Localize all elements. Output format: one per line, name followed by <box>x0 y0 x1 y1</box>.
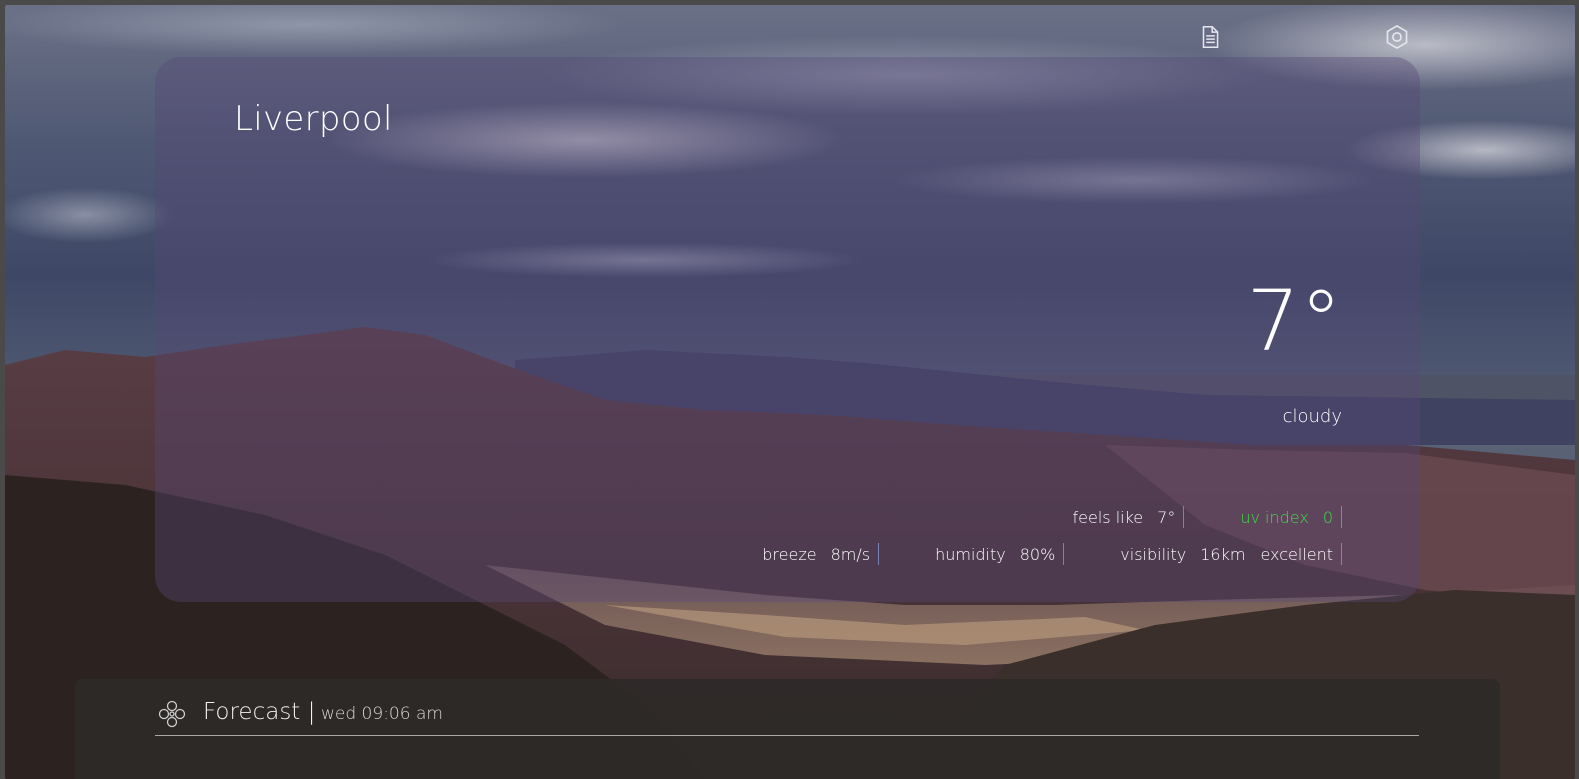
visibility-stat: visibility 16km excellent <box>1120 543 1342 565</box>
forecast-cluster-icon[interactable] <box>157 699 187 729</box>
uv-index-value: 0 <box>1322 507 1333 527</box>
stats-row-bottom: breeze 8m/s humidity 80% visibility 16km… <box>762 543 1342 565</box>
humidity-stat: humidity 80% <box>935 543 1065 565</box>
app-window: Liverpool 7° cloudy feels like 7° uv ind… <box>5 5 1575 779</box>
weather-condition: cloudy <box>1282 406 1342 427</box>
feels-like-value: 7° <box>1157 507 1176 527</box>
forecast-panel: Forecast | wed 09:06 am <box>75 679 1500 779</box>
visibility-value: 16km <box>1200 544 1246 564</box>
forecast-timestamp: wed 09:06 am <box>321 704 443 724</box>
stats-row-top: feels like 7° uv index 0 <box>1073 506 1342 528</box>
current-temperature: 7° <box>1246 272 1342 370</box>
uv-index-label: uv index <box>1240 507 1309 527</box>
uv-index-stat: uv index 0 <box>1240 506 1342 528</box>
forecast-divider <box>155 735 1419 736</box>
feels-like-label: feels like <box>1072 507 1144 527</box>
settings-gear-icon[interactable] <box>1383 23 1411 51</box>
document-icon[interactable] <box>1196 23 1224 51</box>
breeze-stat: breeze 8m/s <box>762 543 880 565</box>
forecast-title: Forecast | <box>203 699 316 725</box>
city-name: Liverpool <box>234 99 393 139</box>
breeze-value: 8m/s <box>830 544 871 564</box>
visibility-label: visibility <box>1120 544 1187 564</box>
breeze-label: breeze <box>762 544 817 564</box>
current-weather-panel: Liverpool 7° cloudy feels like 7° uv ind… <box>155 57 1420 602</box>
feels-like-stat: feels like 7° <box>1073 506 1185 528</box>
humidity-label: humidity <box>935 544 1006 564</box>
humidity-value: 80% <box>1019 544 1056 564</box>
visibility-quality: excellent <box>1260 544 1333 564</box>
